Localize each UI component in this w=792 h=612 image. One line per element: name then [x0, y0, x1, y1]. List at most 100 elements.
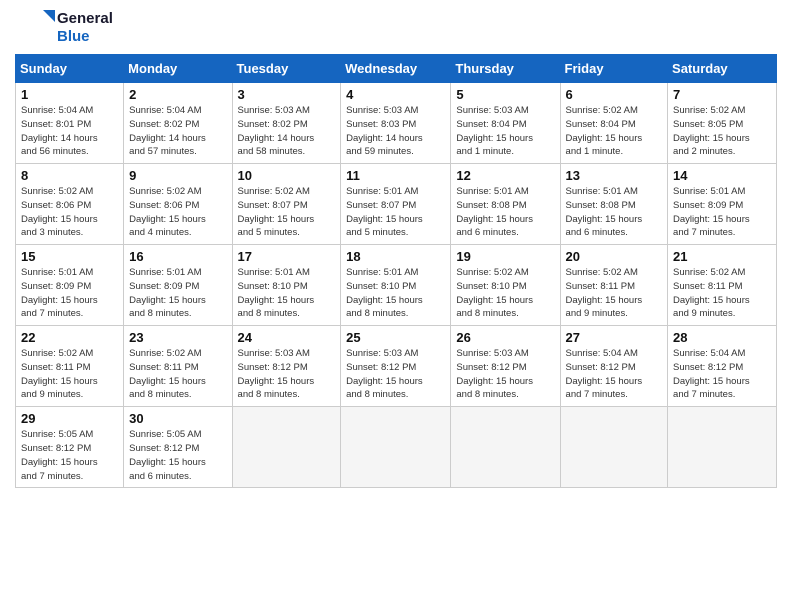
calendar-cell: 13 Sunrise: 5:01 AM Sunset: 8:08 PM Dayli…	[560, 164, 668, 245]
day-number: 22	[21, 330, 118, 345]
day-info: Sunrise: 5:01 AM Sunset: 8:09 PM Dayligh…	[129, 266, 226, 321]
day-number: 24	[238, 330, 336, 345]
day-info: Sunrise: 5:03 AM Sunset: 8:03 PM Dayligh…	[346, 104, 445, 159]
day-info: Sunrise: 5:02 AM Sunset: 8:11 PM Dayligh…	[566, 266, 663, 321]
day-info: Sunrise: 5:03 AM Sunset: 8:02 PM Dayligh…	[238, 104, 336, 159]
day-number: 3	[238, 87, 336, 102]
day-number: 8	[21, 168, 118, 183]
day-info: Sunrise: 5:05 AM Sunset: 8:12 PM Dayligh…	[21, 428, 118, 483]
weekday-thursday: Thursday	[451, 55, 560, 83]
day-number: 20	[566, 249, 663, 264]
week-row-1: 1 Sunrise: 5:04 AM Sunset: 8:01 PM Daylig…	[16, 83, 777, 164]
day-info: Sunrise: 5:02 AM Sunset: 8:11 PM Dayligh…	[21, 347, 118, 402]
calendar-cell: 6 Sunrise: 5:02 AM Sunset: 8:04 PM Daylig…	[560, 83, 668, 164]
logo-general: General	[57, 10, 113, 28]
calendar-cell: 27 Sunrise: 5:04 AM Sunset: 8:12 PM Dayli…	[560, 326, 668, 407]
calendar-cell: 28 Sunrise: 5:04 AM Sunset: 8:12 PM Dayli…	[668, 326, 777, 407]
day-number: 6	[566, 87, 663, 102]
calendar-cell	[668, 407, 777, 488]
day-number: 14	[673, 168, 771, 183]
day-number: 4	[346, 87, 445, 102]
calendar-cell: 9 Sunrise: 5:02 AM Sunset: 8:06 PM Daylig…	[124, 164, 232, 245]
weekday-sunday: Sunday	[16, 55, 124, 83]
day-number: 9	[129, 168, 226, 183]
calendar-cell	[341, 407, 451, 488]
day-number: 26	[456, 330, 554, 345]
day-number: 2	[129, 87, 226, 102]
calendar-cell: 18 Sunrise: 5:01 AM Sunset: 8:10 PM Dayli…	[341, 245, 451, 326]
day-number: 17	[238, 249, 336, 264]
calendar-cell: 14 Sunrise: 5:01 AM Sunset: 8:09 PM Dayli…	[668, 164, 777, 245]
calendar-cell: 7 Sunrise: 5:02 AM Sunset: 8:05 PM Daylig…	[668, 83, 777, 164]
day-info: Sunrise: 5:02 AM Sunset: 8:06 PM Dayligh…	[21, 185, 118, 240]
calendar-cell: 15Sunrise: 5:01 AM Sunset: 8:09 PM Dayli…	[16, 245, 124, 326]
weekday-friday: Friday	[560, 55, 668, 83]
calendar-table: SundayMondayTuesdayWednesdayThursdayFrid…	[15, 54, 777, 488]
calendar-cell: 8 Sunrise: 5:02 AM Sunset: 8:06 PM Daylig…	[16, 164, 124, 245]
calendar-cell: 30 Sunrise: 5:05 AM Sunset: 8:12 PM Dayli…	[124, 407, 232, 488]
day-info: Sunrise: 5:04 AM Sunset: 8:12 PM Dayligh…	[673, 347, 771, 402]
calendar-cell: 23 Sunrise: 5:02 AM Sunset: 8:11 PM Dayli…	[124, 326, 232, 407]
day-info: Sunrise: 5:01 AM Sunset: 8:09 PM Dayligh…	[21, 266, 118, 321]
day-number: 1	[21, 87, 118, 102]
day-number: 19	[456, 249, 554, 264]
day-number: 21	[673, 249, 771, 264]
logo-svg	[15, 10, 55, 46]
day-info: Sunrise: 5:04 AM Sunset: 8:12 PM Dayligh…	[566, 347, 663, 402]
calendar-cell: 12 Sunrise: 5:01 AM Sunset: 8:08 PM Dayli…	[451, 164, 560, 245]
day-number: 11	[346, 168, 445, 183]
day-number: 12	[456, 168, 554, 183]
day-number: 23	[129, 330, 226, 345]
day-number: 25	[346, 330, 445, 345]
week-row-5: 29 Sunrise: 5:05 AM Sunset: 8:12 PM Dayli…	[16, 407, 777, 488]
calendar-cell: 5 Sunrise: 5:03 AM Sunset: 8:04 PM Daylig…	[451, 83, 560, 164]
weekday-header-row: SundayMondayTuesdayWednesdayThursdayFrid…	[16, 55, 777, 83]
calendar-cell: 16 Sunrise: 5:01 AM Sunset: 8:09 PM Dayli…	[124, 245, 232, 326]
day-info: Sunrise: 5:01 AM Sunset: 8:09 PM Dayligh…	[673, 185, 771, 240]
calendar-cell: 25Sunrise: 5:03 AM Sunset: 8:12 PM Dayli…	[341, 326, 451, 407]
weekday-monday: Monday	[124, 55, 232, 83]
day-info: Sunrise: 5:02 AM Sunset: 8:06 PM Dayligh…	[129, 185, 226, 240]
day-number: 7	[673, 87, 771, 102]
day-info: Sunrise: 5:02 AM Sunset: 8:07 PM Dayligh…	[238, 185, 336, 240]
day-number: 5	[456, 87, 554, 102]
day-info: Sunrise: 5:01 AM Sunset: 8:08 PM Dayligh…	[456, 185, 554, 240]
calendar-cell: 10Sunrise: 5:02 AM Sunset: 8:07 PM Dayli…	[232, 164, 341, 245]
day-info: Sunrise: 5:02 AM Sunset: 8:05 PM Dayligh…	[673, 104, 771, 159]
day-info: Sunrise: 5:01 AM Sunset: 8:10 PM Dayligh…	[238, 266, 336, 321]
calendar-cell: 4 Sunrise: 5:03 AM Sunset: 8:03 PM Daylig…	[341, 83, 451, 164]
calendar-cell: 3 Sunrise: 5:03 AM Sunset: 8:02 PM Daylig…	[232, 83, 341, 164]
day-number: 16	[129, 249, 226, 264]
day-info: Sunrise: 5:04 AM Sunset: 8:01 PM Dayligh…	[21, 104, 118, 159]
day-number: 18	[346, 249, 445, 264]
day-info: Sunrise: 5:01 AM Sunset: 8:08 PM Dayligh…	[566, 185, 663, 240]
header: GeneralBlue	[15, 10, 777, 46]
day-number: 28	[673, 330, 771, 345]
day-info: Sunrise: 5:03 AM Sunset: 8:12 PM Dayligh…	[456, 347, 554, 402]
calendar-cell: 29 Sunrise: 5:05 AM Sunset: 8:12 PM Dayli…	[16, 407, 124, 488]
day-info: Sunrise: 5:02 AM Sunset: 8:10 PM Dayligh…	[456, 266, 554, 321]
weekday-wednesday: Wednesday	[341, 55, 451, 83]
weekday-tuesday: Tuesday	[232, 55, 341, 83]
day-info: Sunrise: 5:02 AM Sunset: 8:11 PM Dayligh…	[673, 266, 771, 321]
day-info: Sunrise: 5:01 AM Sunset: 8:07 PM Dayligh…	[346, 185, 445, 240]
calendar-cell: 2 Sunrise: 5:04 AM Sunset: 8:02 PM Daylig…	[124, 83, 232, 164]
week-row-2: 8 Sunrise: 5:02 AM Sunset: 8:06 PM Daylig…	[16, 164, 777, 245]
day-number: 13	[566, 168, 663, 183]
day-info: Sunrise: 5:03 AM Sunset: 8:04 PM Dayligh…	[456, 104, 554, 159]
calendar-cell: 20 Sunrise: 5:02 AM Sunset: 8:11 PM Dayli…	[560, 245, 668, 326]
week-row-4: 22 Sunrise: 5:02 AM Sunset: 8:11 PM Dayli…	[16, 326, 777, 407]
day-info: Sunrise: 5:04 AM Sunset: 8:02 PM Dayligh…	[129, 104, 226, 159]
calendar-cell: 19 Sunrise: 5:02 AM Sunset: 8:10 PM Dayli…	[451, 245, 560, 326]
day-number: 27	[566, 330, 663, 345]
day-info: Sunrise: 5:02 AM Sunset: 8:11 PM Dayligh…	[129, 347, 226, 402]
day-number: 29	[21, 411, 118, 426]
calendar-cell	[560, 407, 668, 488]
day-info: Sunrise: 5:02 AM Sunset: 8:04 PM Dayligh…	[566, 104, 663, 159]
calendar-cell: 21 Sunrise: 5:02 AM Sunset: 8:11 PM Dayli…	[668, 245, 777, 326]
calendar-cell	[232, 407, 341, 488]
calendar-cell: 26 Sunrise: 5:03 AM Sunset: 8:12 PM Dayli…	[451, 326, 560, 407]
day-info: Sunrise: 5:05 AM Sunset: 8:12 PM Dayligh…	[129, 428, 226, 483]
day-info: Sunrise: 5:01 AM Sunset: 8:10 PM Dayligh…	[346, 266, 445, 321]
day-number: 30	[129, 411, 226, 426]
